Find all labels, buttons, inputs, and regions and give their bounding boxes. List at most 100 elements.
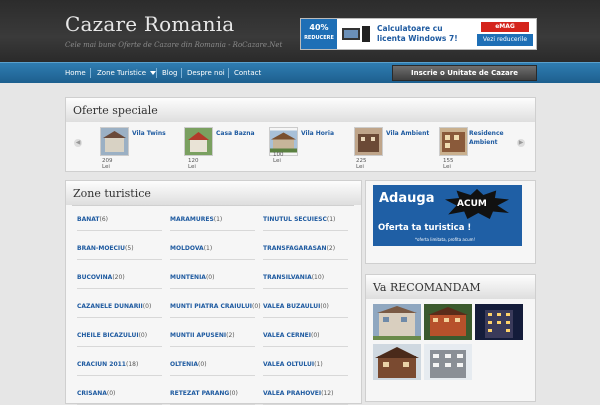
- zone-count: (12): [321, 390, 334, 397]
- recommended-hotel-image[interactable]: [424, 344, 472, 380]
- zone-link[interactable]: BANAT(6): [77, 216, 162, 231]
- recommended-hotel-image[interactable]: [373, 304, 421, 340]
- zone-count: (1): [314, 361, 323, 368]
- zone-name[interactable]: MOLDOVA: [170, 245, 204, 252]
- zone-link[interactable]: VALEA OLTULUI(1): [263, 361, 348, 376]
- nav-blog[interactable]: Blog: [162, 63, 177, 83]
- nav-divider: [181, 68, 182, 78]
- zone-name[interactable]: CAZANELE DUNARII: [77, 303, 143, 310]
- nav-home[interactable]: Home: [65, 63, 86, 83]
- ad-line3: *oferta limitata, profita acum!: [415, 237, 476, 242]
- zone-count: (5): [125, 245, 134, 252]
- discount-badge: 40% REDUCERE: [301, 19, 337, 49]
- zone-link[interactable]: TRANSILVANIA(10): [263, 274, 348, 289]
- offer-name[interactable]: Casa Bazna: [216, 129, 266, 138]
- panel-header: Zone turistice: [66, 181, 361, 205]
- offer-thumbnail: [100, 127, 129, 156]
- zone-link[interactable]: CHEILE BICAZULUI(0): [77, 332, 162, 347]
- zone-name[interactable]: TRANSFAGARASAN: [263, 245, 327, 252]
- zone-link[interactable]: CRISANA(0): [77, 390, 162, 405]
- recommended-hotel-image[interactable]: [373, 344, 421, 380]
- zone-name[interactable]: MUNTENIA: [170, 274, 206, 281]
- panel-header: Va RECOMANDAM: [366, 275, 535, 299]
- zone-name[interactable]: MUNTII APUSENI: [170, 332, 226, 339]
- zone-name[interactable]: OLTENIA: [170, 361, 198, 368]
- zone-count: (0): [198, 361, 207, 368]
- zone-count: (1): [326, 216, 336, 223]
- zone-link[interactable]: OLTENIA(0): [170, 361, 255, 376]
- zone-count: (0): [205, 274, 215, 281]
- nav-divider: [90, 68, 91, 78]
- zone-name[interactable]: TRANSILVANIA: [263, 274, 312, 281]
- zone-link[interactable]: BUCOVINA(20): [77, 274, 162, 289]
- zone-link[interactable]: BRAN-MOECIU(5): [77, 245, 162, 260]
- zone-count: (0): [142, 303, 152, 310]
- zone-name[interactable]: VALEA PRAHOVEI: [263, 390, 321, 397]
- nav-zone-turistice-label: Zone Turistice: [97, 69, 147, 77]
- special-offers-title: Oferte speciale: [73, 104, 158, 117]
- ad-line2: Oferta ta turistica !: [378, 223, 472, 233]
- zone-count: (10): [311, 274, 325, 281]
- site-tagline: Cele mai bune Oferte de Cazare din Roman…: [65, 41, 283, 49]
- emag-logo: eMAG: [481, 22, 529, 32]
- zone-name[interactable]: VALEA OLTULUI: [263, 361, 314, 368]
- offer-name[interactable]: Vila Horia: [301, 129, 351, 138]
- offer-price: 155 Lei: [443, 158, 454, 170]
- offer-price: 100 Lei: [273, 152, 284, 164]
- zone-link[interactable]: VALEA PRAHOVEI(12): [263, 390, 348, 405]
- nav-zone-turistice[interactable]: Zone Turistice: [97, 63, 157, 83]
- zone-link[interactable]: CRACIUN 2011(18): [77, 361, 162, 376]
- zone-name[interactable]: MARAMURES: [170, 216, 214, 223]
- offer-price: 120 Lei: [188, 158, 199, 170]
- zone-name[interactable]: CRISANA: [77, 390, 107, 397]
- banner-cta[interactable]: Vezi reducerile: [477, 34, 533, 46]
- zone-name[interactable]: BUCOVINA: [77, 274, 112, 281]
- recommend-title: Va RECOMANDAM: [373, 281, 481, 294]
- zone-count: (1): [203, 245, 213, 252]
- zone-link[interactable]: VALEA CERNEI(0): [263, 332, 348, 347]
- signup-button[interactable]: Inscrie o Unitate de Cazare: [392, 65, 537, 81]
- zone-link[interactable]: VALEA BUZAULUI(0): [263, 303, 348, 318]
- zone-count: (0): [229, 390, 238, 397]
- zone-name[interactable]: CHEILE BICAZULUI: [77, 332, 139, 339]
- zones-divider: [72, 205, 354, 206]
- zone-count: (0): [138, 332, 148, 339]
- nav-divider: [156, 68, 157, 78]
- zone-name[interactable]: RETEZAT PARANG: [170, 390, 229, 397]
- zone-link[interactable]: MUNTI PIATRA CRAIULUI(0): [170, 303, 261, 318]
- zone-name[interactable]: TINUTUL SECUIESC: [263, 216, 327, 223]
- recommended-hotel-image[interactable]: [424, 304, 472, 340]
- zone-name[interactable]: BANAT: [77, 216, 100, 223]
- zone-count: (2): [326, 245, 336, 252]
- zone-name[interactable]: BRAN-MOECIU: [77, 245, 125, 252]
- offer-name[interactable]: Vila Twins: [132, 129, 182, 138]
- nav-despre-noi[interactable]: Despre noi: [187, 63, 225, 83]
- zone-link[interactable]: MOLDOVA(1): [170, 245, 255, 260]
- zone-link[interactable]: MARAMURES(1): [170, 216, 255, 231]
- zone-link[interactable]: MUNTENIA(0): [170, 274, 255, 289]
- offer-thumbnail: [439, 127, 468, 156]
- zone-link[interactable]: MUNTII APUSENI(2): [170, 332, 255, 347]
- zone-name[interactable]: VALEA CERNEI: [263, 332, 311, 339]
- zone-count: (0): [106, 390, 116, 397]
- offer-name[interactable]: Residence Ambient: [469, 129, 519, 147]
- zone-link[interactable]: RETEZAT PARANG(0): [170, 390, 255, 405]
- zone-name[interactable]: MUNTI PIATRA CRAIULUI: [170, 303, 252, 310]
- site-title[interactable]: Cazare Romania: [65, 12, 234, 36]
- nav-divider: [228, 68, 229, 78]
- zone-link[interactable]: TINUTUL SECUIESC(1): [263, 216, 348, 231]
- zone-name[interactable]: CRACIUN 2011: [77, 361, 126, 368]
- offer-thumbnail: [184, 127, 213, 156]
- carousel-prev-icon[interactable]: ◀: [74, 139, 82, 147]
- zone-name[interactable]: VALEA BUZAULUI: [263, 303, 320, 310]
- zone-count: (0): [252, 303, 261, 310]
- zone-link[interactable]: CAZANELE DUNARII(0): [77, 303, 162, 318]
- header-ad-banner[interactable]: 40% REDUCERE Calculatoare cu licenta Win…: [300, 18, 537, 50]
- recommended-hotel-image[interactable]: [475, 304, 523, 340]
- nav-contact[interactable]: Contact: [234, 63, 261, 83]
- zone-count: (0): [311, 332, 320, 339]
- add-offer-ad[interactable]: Adauga ACUM Oferta ta turistica ! *ofert…: [373, 185, 522, 246]
- zone-link[interactable]: TRANSFAGARASAN(2): [263, 245, 348, 260]
- offer-name[interactable]: Vila Ambient: [386, 129, 436, 138]
- computer-icon: [342, 26, 370, 42]
